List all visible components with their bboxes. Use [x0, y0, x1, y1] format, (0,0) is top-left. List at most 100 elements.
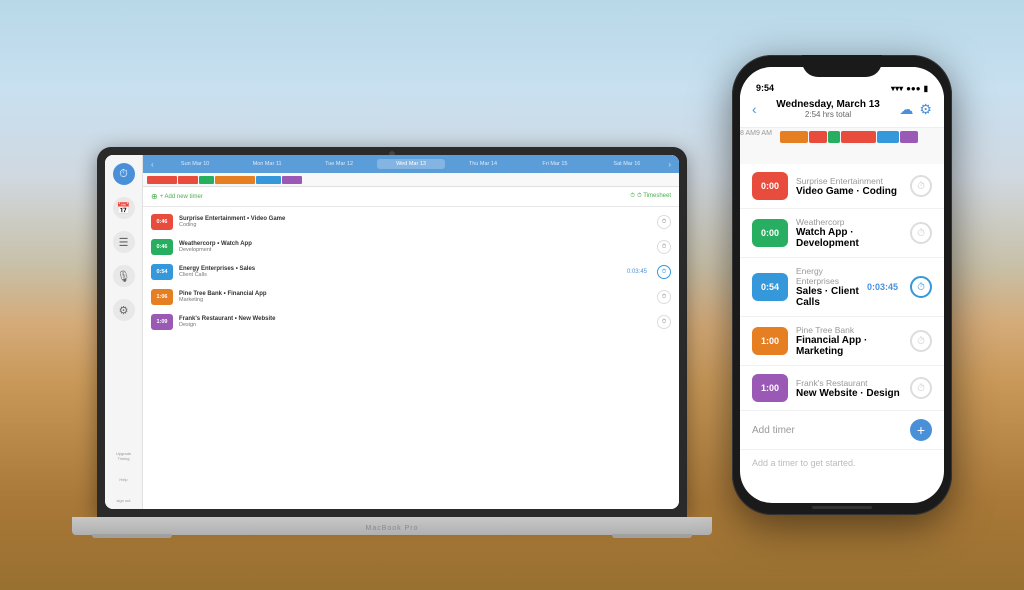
day-tue[interactable]: Tue Mar 12: [305, 159, 374, 169]
macbook-screen: hauchihoehe.com ⏱ 📅 ☰ 🎙 ⚙ UpgradeTiming …: [105, 155, 679, 509]
table-row: 1:09 Frank's Restaurant • New Website De…: [151, 311, 671, 333]
time-label-9am: 9 AM: [756, 130, 772, 140]
iphone-start-4[interactable]: ⏱: [910, 330, 932, 352]
start-timer-5[interactable]: ⏱: [657, 315, 671, 329]
wifi-icon: ▾▾▾: [891, 84, 903, 93]
timeline-bar: [143, 173, 679, 187]
iphone-client-5: Frank's Restaurant: [796, 378, 902, 388]
iphone-stop-3[interactable]: ⏱: [910, 276, 932, 298]
timer-badge-5: 1:09: [151, 314, 173, 330]
iphone-start-2[interactable]: ⏱: [910, 222, 932, 244]
sidebar-mic-icon[interactable]: 🎙: [113, 265, 135, 287]
sidebar-calendar-icon[interactable]: 📅: [113, 197, 135, 219]
timer-task-3: Client Calls: [179, 272, 621, 278]
day-wed[interactable]: Wed Mar 13: [377, 159, 446, 169]
day-sun[interactable]: Sun Mar 10: [161, 159, 230, 169]
iphone-task-1: Video Game · Coding: [796, 186, 902, 197]
iphone-start-5[interactable]: ⏱: [910, 377, 932, 399]
table-row: 1:06 Pine Tree Bank • Financial App Mark…: [151, 286, 671, 308]
iphone-info-2: Weathercorp Watch App · Development: [796, 217, 902, 249]
timeline-seg-4: [215, 176, 255, 184]
prev-week-btn[interactable]: ‹: [147, 160, 158, 169]
start-timer-1[interactable]: ⏱: [657, 215, 671, 229]
app-main: ‹ Sun Mar 10 Mon Mar 11 Tue Mar 12 Wed M…: [143, 155, 679, 509]
macbook: hauchihoehe.com ⏱ 📅 ☰ 🎙 ⚙ UpgradeTiming …: [72, 147, 712, 535]
iphone-info-3: Energy Enterprises Sales · Client Calls: [796, 266, 859, 308]
timeline-seg-3: [199, 176, 214, 184]
timer-badge-2: 0:46: [151, 239, 173, 255]
itb-3: [828, 131, 840, 143]
iphone-hint: Add a timer to get started.: [740, 450, 944, 470]
day-mon[interactable]: Mon Mar 11: [233, 159, 302, 169]
day-fri[interactable]: Fri Mar 15: [520, 159, 589, 169]
itb-2: [809, 131, 827, 143]
itb-5: [877, 131, 899, 143]
timesheet-button[interactable]: ⏱ ⏱ Timesheet: [630, 193, 671, 200]
macbook-foot-right: [612, 534, 692, 538]
settings-icon[interactable]: ⚙: [919, 101, 932, 118]
active-time-3: 0:03:45: [627, 269, 647, 275]
macbook-foot-left: [92, 534, 172, 538]
back-button[interactable]: ‹: [752, 101, 757, 117]
iphone-task-4: Financial App · Marketing: [796, 335, 902, 357]
devices-container: hauchihoehe.com ⏱ 📅 ☰ 🎙 ⚙ UpgradeTiming …: [72, 55, 952, 535]
timeline-segments: [147, 176, 675, 184]
cloud-icon[interactable]: ☁: [899, 101, 913, 118]
next-week-btn[interactable]: ›: [664, 160, 675, 169]
itb-6: [900, 131, 918, 143]
table-row: 0:46 Surprise Entertainment • Video Game…: [151, 211, 671, 233]
iphone-info-4: Pine Tree Bank Financial App · Marketing: [796, 325, 902, 357]
day-sat[interactable]: Sat Mar 16: [592, 159, 661, 169]
stop-timer-3[interactable]: ⏱: [657, 265, 671, 279]
sidebar-clock-icon[interactable]: ⏱: [113, 163, 135, 185]
timesheet-label: ⏱ Timesheet: [637, 193, 671, 200]
iphone-task-2: Watch App · Development: [796, 227, 902, 249]
iphone-screen: 9:54 ▾▾▾ ●●● ▮ ‹ Wednesday, March 13 2:5…: [740, 67, 944, 503]
sidebar-signout[interactable]: sign out: [116, 498, 130, 503]
add-icon: ⊕: [151, 192, 158, 201]
table-row: 0:46 Weathercorp • Watch App Development…: [151, 236, 671, 258]
itb-4: [841, 131, 876, 143]
iphone-client-4: Pine Tree Bank: [796, 325, 902, 335]
timeline-seg-5: [256, 176, 281, 184]
iphone-info-5: Frank's Restaurant New Website · Design: [796, 378, 902, 399]
iphone-badge-4: 1:00: [752, 327, 788, 355]
timer-badge-3: 0:54: [151, 264, 173, 280]
timer-info-5: Frank's Restaurant • New Website Design: [179, 316, 651, 328]
iphone-task-3: Sales · Client Calls: [796, 286, 859, 308]
day-thu[interactable]: Thu Mar 14: [448, 159, 517, 169]
battery-icon: ▮: [924, 84, 928, 93]
timer-task-4: Marketing: [179, 297, 651, 303]
iphone-start-1[interactable]: ⏱: [910, 175, 932, 197]
timesheet-icon: ⏱: [630, 193, 635, 200]
iphone-active-time-3: 0:03:45: [867, 282, 898, 292]
timer-info-1: Surprise Entertainment • Video Game Codi…: [179, 216, 651, 228]
start-timer-4[interactable]: ⏱: [657, 290, 671, 304]
iphone-add-plus-button[interactable]: +: [910, 419, 932, 441]
list-item: 1:00 Pine Tree Bank Financial App · Mark…: [740, 317, 944, 366]
iphone-header: ‹ Wednesday, March 13 2:54 hrs total ☁ ⚙: [740, 95, 944, 128]
iphone-date-title: Wednesday, March 13: [776, 99, 880, 110]
timer-badge-4: 1:06: [151, 289, 173, 305]
add-timer-bar: ⊕ + Add new timer ⏱ ⏱ Timesheet: [143, 187, 679, 207]
sidebar-list-icon[interactable]: ☰: [113, 231, 135, 253]
sidebar-settings-icon[interactable]: ⚙: [113, 299, 135, 321]
macbook-base: [72, 517, 712, 535]
iphone-status-icons: ▾▾▾ ●●● ▮: [891, 84, 928, 93]
add-timer-button[interactable]: ⊕ + Add new timer: [151, 192, 203, 201]
iphone-home-indicator: [812, 506, 872, 509]
sidebar-help[interactable]: Help: [119, 477, 127, 482]
start-timer-2[interactable]: ⏱: [657, 240, 671, 254]
macbook-lid: hauchihoehe.com ⏱ 📅 ☰ 🎙 ⚙ UpgradeTiming …: [97, 147, 687, 517]
timer-task-2: Development: [179, 247, 651, 253]
iphone-timeline: 8 AM 9 AM: [740, 128, 944, 164]
iphone-time-labels: 8 AM 9 AM: [740, 128, 772, 142]
iphone-client-3: Energy Enterprises: [796, 266, 859, 286]
iphone-client-2: Weathercorp: [796, 217, 902, 227]
iphone-timer-list: 0:00 Surprise Entertainment Video Game ·…: [740, 164, 944, 470]
table-row: 0:54 Energy Enterprises • Sales Client C…: [151, 261, 671, 283]
sidebar-upgrade[interactable]: UpgradeTiming: [116, 451, 131, 461]
iphone-client-1: Surprise Entertainment: [796, 176, 902, 186]
iphone-badge-1: 0:00: [752, 172, 788, 200]
iphone-task-5: New Website · Design: [796, 388, 902, 399]
